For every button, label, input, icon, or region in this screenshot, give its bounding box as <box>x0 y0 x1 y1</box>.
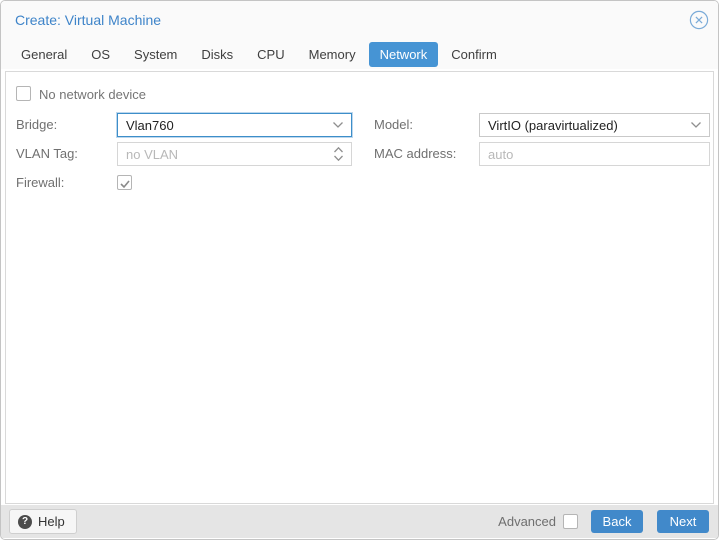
vlan-tag-spinner[interactable] <box>117 142 352 166</box>
tab-general[interactable]: General <box>10 42 78 67</box>
close-icon[interactable] <box>689 10 709 30</box>
tab-memory[interactable]: Memory <box>298 42 367 67</box>
model-input[interactable] <box>480 114 709 136</box>
wizard-tab-bar: General OS System Disks CPU Memory Netwo… <box>1 39 718 69</box>
bridge-combobox[interactable] <box>117 113 352 137</box>
advanced-label: Advanced <box>498 514 556 529</box>
vlan-tag-input[interactable] <box>118 143 351 165</box>
no-network-device-checkbox[interactable] <box>16 86 31 101</box>
chevron-down-icon[interactable] <box>690 121 702 129</box>
help-button-label: Help <box>38 514 65 529</box>
mac-address-field[interactable] <box>479 142 710 166</box>
create-vm-dialog: Create: Virtual Machine General OS Syste… <box>0 0 719 540</box>
vlan-tag-label: VLAN Tag: <box>16 146 78 161</box>
checkmark-icon <box>119 177 131 195</box>
question-circle-icon: ? <box>18 514 32 529</box>
bridge-input[interactable] <box>118 114 351 136</box>
dialog-titlebar: Create: Virtual Machine <box>1 1 718 39</box>
model-label: Model: <box>374 117 414 132</box>
next-button[interactable]: Next <box>657 510 709 533</box>
chevron-up-down-icon[interactable] <box>333 146 344 162</box>
network-form-panel: No network device Bridge: Model: VLAN Ta… <box>5 71 714 504</box>
tab-disks[interactable]: Disks <box>190 42 244 67</box>
bridge-label: Bridge: <box>16 117 58 132</box>
advanced-checkbox[interactable] <box>563 514 578 529</box>
tab-network[interactable]: Network <box>368 41 439 67</box>
chevron-down-icon[interactable] <box>332 121 344 129</box>
tab-cpu[interactable]: CPU <box>246 42 295 67</box>
mac-address-input[interactable] <box>480 143 709 165</box>
back-button[interactable]: Back <box>591 510 643 533</box>
firewall-label: Firewall: <box>16 175 65 190</box>
tab-confirm[interactable]: Confirm <box>440 42 508 67</box>
tab-os[interactable]: OS <box>80 42 121 67</box>
mac-address-label: MAC address: <box>374 146 457 161</box>
footer-actions: Advanced Back Next <box>498 510 709 533</box>
tab-system[interactable]: System <box>123 42 188 67</box>
help-button[interactable]: ? Help <box>9 509 77 534</box>
firewall-checkbox[interactable] <box>117 175 132 190</box>
dialog-footer: ? Help Advanced Back Next <box>1 505 718 538</box>
no-network-device-label: No network device <box>39 87 146 102</box>
model-combobox[interactable] <box>479 113 710 137</box>
dialog-title: Create: Virtual Machine <box>15 12 162 28</box>
